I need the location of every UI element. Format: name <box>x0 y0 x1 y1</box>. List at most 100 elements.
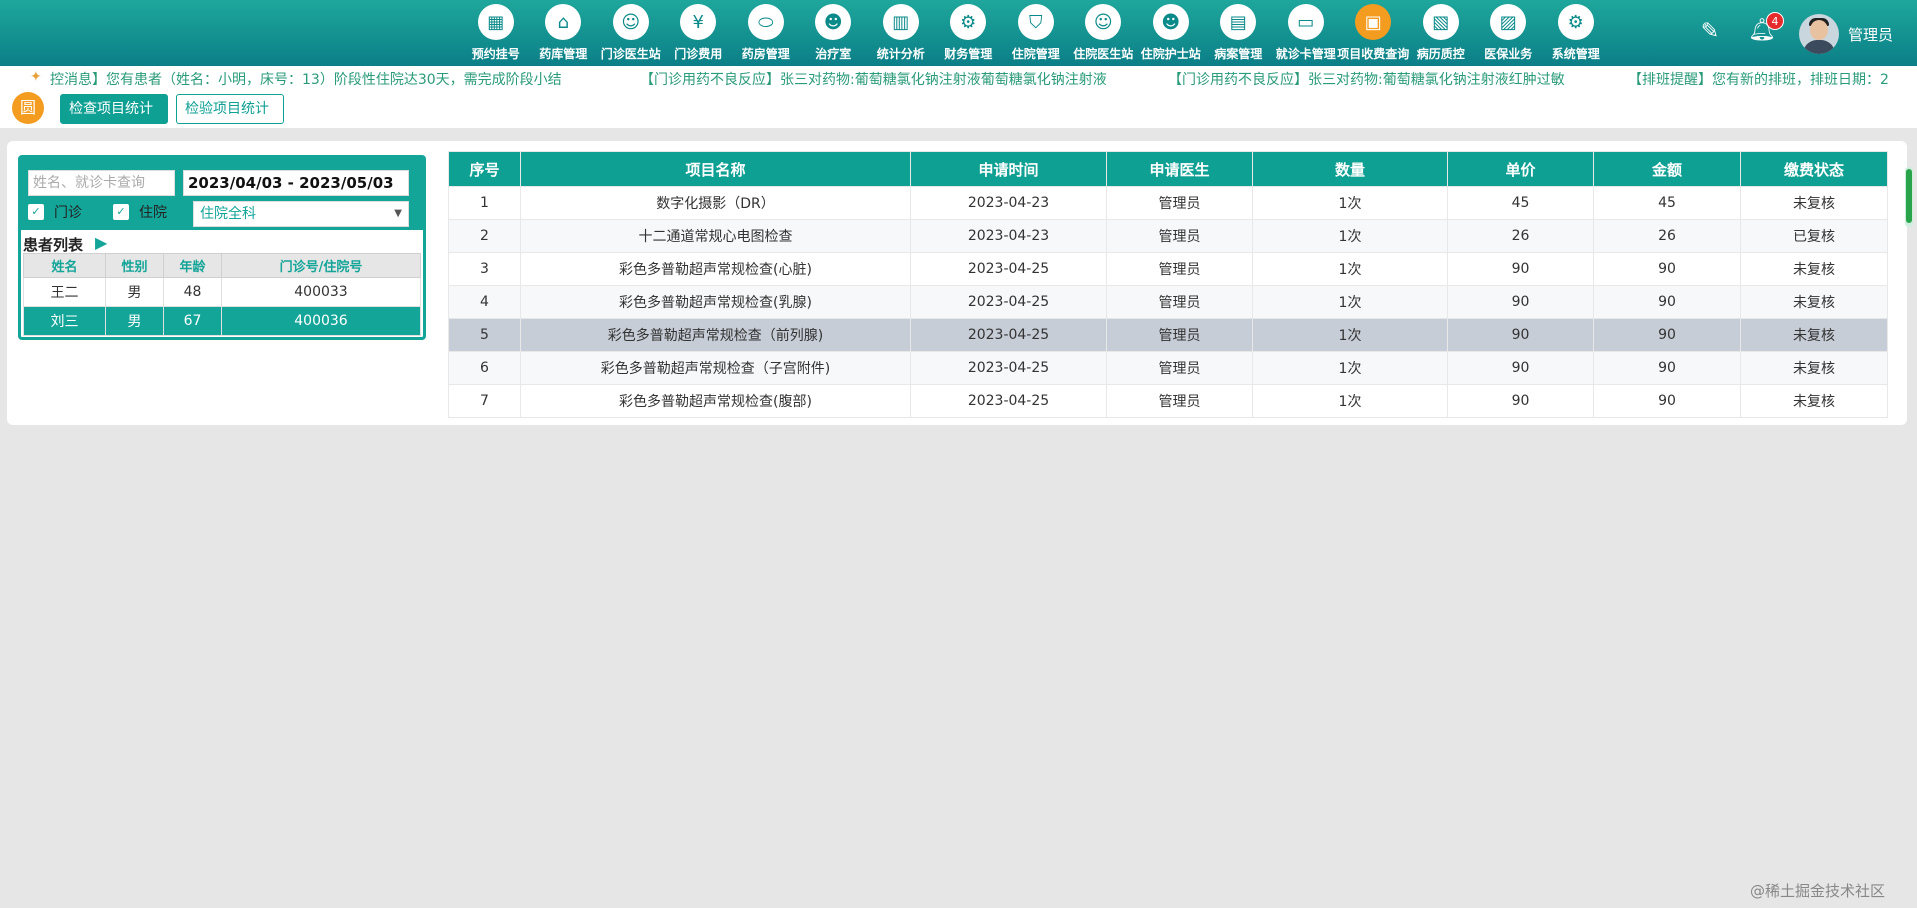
nav-item-label: 就诊卡管理 <box>1275 47 1336 61</box>
ticker-message[interactable]: 【门诊用药不良反应】张三对药物:葡萄糖氯化钠注射液葡萄糖氯化钠注射液 <box>640 69 1107 89</box>
ticker-message[interactable]: 控消息】您有患者（姓名：小明，床号：13）阶段性住院达30天，需完成阶段小结 <box>50 69 562 89</box>
column-header[interactable]: 门诊号/住院号 <box>221 253 421 278</box>
table-cell: 数字化摄影（DR） <box>520 186 911 220</box>
yen-icon: ¥ <box>680 4 717 40</box>
column-header[interactable]: 数量 <box>1252 151 1448 187</box>
nav-item[interactable]: ☻ 治疗室 <box>800 4 868 66</box>
inpatient-checkbox[interactable]: ✓ 住院 <box>113 202 167 222</box>
card-icon: ▭ <box>1287 4 1324 40</box>
table-row-selected[interactable]: 刘三 男 67 400036 <box>23 306 421 336</box>
table-cell: 彩色多普勒超声常规检查（子宫附件) <box>520 351 911 385</box>
table-row[interactable]: 6 彩色多普勒超声常规检查（子宫附件) 2023-04-25 管理员 1次 90 90 未复核 <box>448 351 1888 385</box>
table-cell: 90 <box>1447 252 1594 286</box>
table-cell: 1次 <box>1252 186 1448 220</box>
table-cell: 2 <box>448 219 521 253</box>
outpatient-checkbox[interactable]: ✓ 门诊 <box>28 202 82 222</box>
tab-lab-statistics[interactable]: 检验项目统计 <box>176 94 284 124</box>
notification-ticker: ✦ 控消息】您有患者（姓名：小明，床号：13）阶段性住院达30天，需完成阶段小结… <box>0 66 1917 90</box>
table-cell: 十二通道常规心电图检查 <box>520 219 911 253</box>
username[interactable]: 管理员 <box>1848 24 1893 45</box>
column-header[interactable]: 序号 <box>448 151 521 187</box>
table-cell: 400036 <box>221 306 421 336</box>
insurance-icon: ▨ <box>1490 4 1527 40</box>
nav-item-label: 病历质控 <box>1416 47 1465 61</box>
status-badge: 未复核 <box>1740 351 1888 385</box>
chart-icon: ▥ <box>882 4 919 40</box>
status-badge: 未复核 <box>1740 285 1888 319</box>
table-row[interactable]: 3 彩色多普勒超声常规检查(心脏) 2023-04-25 管理员 1次 90 90 未复核 <box>448 252 1888 286</box>
nav-item[interactable]: ☺ 门诊医生站 <box>597 4 665 66</box>
table-cell: 彩色多普勒超声常规检查(乳腺) <box>520 285 911 319</box>
calendar-icon: ▦ <box>477 4 514 40</box>
chevron-down-icon: ▼ <box>394 208 402 219</box>
table-cell: 2023-04-25 <box>910 252 1107 286</box>
status-badge: 未复核 <box>1740 252 1888 286</box>
table-cell: 管理员 <box>1106 285 1253 319</box>
ticker-message[interactable]: 【门诊用药不良反应】张三对药物:葡萄糖氯化钠注射液红肿过敏 <box>1168 69 1565 89</box>
nav-item-label: 医保业务 <box>1484 47 1533 61</box>
table-cell: 26 <box>1447 219 1594 253</box>
table-cell: 1次 <box>1252 219 1448 253</box>
column-header[interactable]: 单价 <box>1447 151 1594 187</box>
table-row[interactable]: 王二 男 48 400033 <box>23 277 421 307</box>
table-row[interactable]: 1 数字化摄影（DR） 2023-04-23 管理员 1次 45 45 未复核 <box>448 186 1888 220</box>
table-cell: 刘三 <box>23 306 106 336</box>
table-cell: 1次 <box>1252 351 1448 385</box>
table-row-highlighted[interactable]: 5 彩色多普勒超声常规检查（前列腺) 2023-04-25 管理员 1次 90 90 未复核 <box>448 318 1888 352</box>
nav-item-label: 门诊医生站 <box>600 47 661 61</box>
table-row[interactable]: 7 彩色多普勒超声常规检查(腹部) 2023-04-25 管理员 1次 90 90 未复核 <box>448 384 1888 418</box>
nav-item[interactable]: ▧ 病历质控 <box>1407 4 1475 66</box>
column-header[interactable]: 项目名称 <box>520 151 911 187</box>
column-header[interactable]: 年龄 <box>163 253 222 278</box>
column-header[interactable]: 姓名 <box>23 253 106 278</box>
nav-item[interactable]: ▭ 就诊卡管理 <box>1272 4 1340 66</box>
ticker-message[interactable]: 【排班提醒】您有新的排班，排班日期：2 <box>1628 69 1889 89</box>
nav-item[interactable]: ▤ 病案管理 <box>1205 4 1273 66</box>
nav-item[interactable]: ☺ 住院医生站 <box>1070 4 1138 66</box>
nav-item[interactable]: ⛉ 住院管理 <box>1002 4 1070 66</box>
table-row[interactable]: 4 彩色多普勒超声常规检查(乳腺) 2023-04-25 管理员 1次 90 90 未复核 <box>448 285 1888 319</box>
nav-item-label: 住院医生站 <box>1073 47 1134 61</box>
case-file-icon: ▤ <box>1220 4 1257 40</box>
nav-item[interactable]: ▨ 医保业务 <box>1475 4 1543 66</box>
nav-item[interactable]: ⬭ 药房管理 <box>732 4 800 66</box>
column-header[interactable]: 金额 <box>1593 151 1741 187</box>
patient-filter-box: 姓名、就诊卡查询 2023/04/03 - 2023/05/03 ✓ 门诊 ✓ … <box>18 155 426 340</box>
inpatient-doctor-icon: ☺ <box>1085 4 1122 40</box>
record-qc-icon: ▧ <box>1422 4 1459 40</box>
nav-item[interactable]: ⌂ 药库管理 <box>530 4 598 66</box>
column-header[interactable]: 性别 <box>105 253 164 278</box>
check-icon: ✓ <box>28 204 44 220</box>
filter-header: 姓名、就诊卡查询 2023/04/03 - 2023/05/03 ✓ 门诊 ✓ … <box>21 158 423 230</box>
nav-item[interactable]: ⚙ 系统管理 <box>1542 4 1610 66</box>
nurse-icon: ☻ <box>815 4 852 40</box>
nav-item[interactable]: ¥ 门诊费用 <box>665 4 733 66</box>
table-row[interactable]: 2 十二通道常规心电图检查 2023-04-23 管理员 1次 26 26 已复核 <box>448 219 1888 253</box>
department-select[interactable]: 住院全科 ▼ <box>193 201 409 227</box>
nav-item-label: 药库管理 <box>539 47 588 61</box>
table-cell: 45 <box>1593 186 1741 220</box>
play-triangle-icon[interactable]: ▶ <box>95 233 107 252</box>
nav-item[interactable]: ▦ 预约挂号 <box>462 4 530 66</box>
nav-item[interactable]: ⚙ 财务管理 <box>935 4 1003 66</box>
column-header[interactable]: 申请时间 <box>910 151 1107 187</box>
tab-exam-statistics[interactable]: 检查项目统计 <box>60 94 168 124</box>
nav-item-label: 住院护士站 <box>1140 47 1201 61</box>
scrollbar-thumb[interactable] <box>1906 169 1912 223</box>
column-header[interactable]: 申请医生 <box>1106 151 1253 187</box>
edit-pencil-icon[interactable]: ✎ <box>1698 20 1722 44</box>
table-cell: 400033 <box>221 277 421 307</box>
column-header[interactable]: 缴费状态 <box>1740 151 1888 187</box>
nav-item-label: 项目收费查询 <box>1337 47 1410 61</box>
date-range-input[interactable]: 2023/04/03 - 2023/05/03 <box>183 170 409 196</box>
table-cell: 1次 <box>1252 384 1448 418</box>
table-cell: 48 <box>163 277 222 307</box>
search-input[interactable]: 姓名、就诊卡查询 <box>28 170 175 196</box>
nav-item[interactable]: ▥ 统计分析 <box>867 4 935 66</box>
nav-item[interactable]: ☻ 住院护士站 <box>1137 4 1205 66</box>
nav-item-label: 药房管理 <box>741 47 790 61</box>
avatar[interactable] <box>1799 14 1839 54</box>
table-cell: 2023-04-25 <box>910 384 1107 418</box>
nav-item[interactable]: ▣ 项目收费查询 <box>1337 4 1410 66</box>
bed-icon: ⛉ <box>1017 4 1054 40</box>
